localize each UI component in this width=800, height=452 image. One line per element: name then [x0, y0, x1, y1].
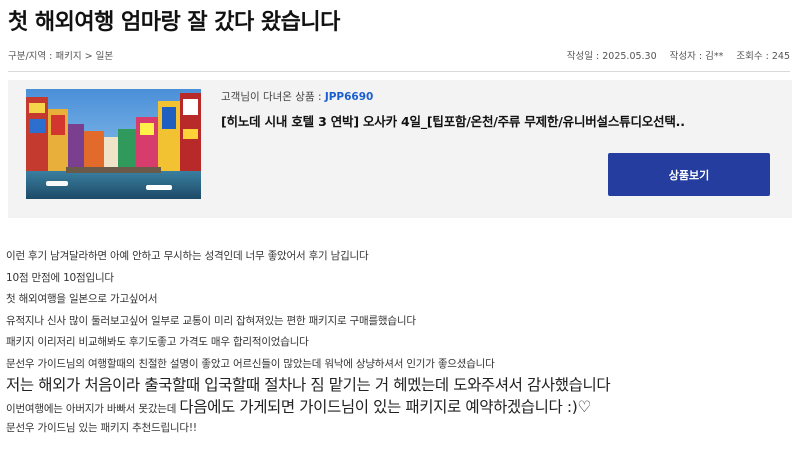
post-author: 작성자 : 김** [669, 51, 724, 62]
review-line: 문선우 가이드님 있는 패키지 추천드립니다!! [6, 422, 197, 434]
post-date: 작성일 : 2025.05.30 [566, 51, 657, 62]
page-title: 첫 해외여행 엄마랑 잘 갔다 왔습니다 [8, 10, 340, 35]
review-line-large: 다음에도 가게되면 가이드님이 있는 패키지로 예약하겠습니다 :)♡ [179, 397, 591, 416]
product-image[interactable] [26, 89, 201, 199]
post-info: 작성일 : 2025.05.30 작성자 : 김** 조회수 : 245 [557, 48, 790, 62]
product-name[interactable]: [히노데 시내 호텔 3 연박] 오사카 4일_[팁포함/온천/주류 무제한/유… [221, 111, 776, 130]
review-line: 패키지 이리저리 비교해봐도 후기도좋고 가격도 매우 합리적이었습니다 [6, 336, 309, 348]
review-line: 이런 후기 남겨달라하면 아예 안하고 무시하는 성격인데 너무 좋았어서 후기… [6, 250, 369, 262]
review-line: 첫 해외여행을 일본으로 가고싶어서 [6, 293, 158, 305]
header-divider [8, 71, 790, 72]
review-line: 문선우 가이드님의 여행할때의 친절한 설명이 좋았고 어르신들이 많았는데 워… [6, 357, 495, 370]
product-label-text: 고객님이 다녀온 상품 : [221, 91, 325, 103]
review-line: 이번여행에는 아버지가 바빠서 못갔는데 다음에도 가게되면 가이드님이 있는 … [6, 397, 794, 419]
review-line: 10점 만점에 10점입니다 [6, 271, 114, 284]
product-code[interactable]: JPP6690 [325, 91, 374, 103]
breadcrumb: 구분/지역 : 패키지 > 일본 [8, 51, 114, 62]
view-product-button[interactable]: 상품보기 [608, 153, 770, 196]
product-label: 고객님이 다녀온 상품 : JPP6690 [221, 89, 373, 104]
review-body: 이런 후기 남겨달라하면 아예 안하고 무시하는 성격인데 너무 좋았어서 후기… [6, 246, 794, 440]
post-meta-row: 구분/지역 : 패키지 > 일본 작성일 : 2025.05.30 작성자 : … [8, 48, 790, 62]
review-line: 유적지나 신사 많이 둘러보고싶어 일부로 교통이 미리 잡혀져있는 편한 패키… [6, 314, 416, 327]
review-line: 저는 해외가 처음이라 출국할때 입국할때 절차나 짐 맡기는 거 헤멨는데 도… [6, 376, 611, 394]
review-line-small: 이번여행에는 아버지가 바빠서 못갔는데 [6, 402, 180, 415]
product-card: 고객님이 다녀온 상품 : JPP6690 [히노데 시내 호텔 3 연박] 오… [8, 80, 792, 218]
post-views: 조회수 : 245 [736, 51, 790, 62]
